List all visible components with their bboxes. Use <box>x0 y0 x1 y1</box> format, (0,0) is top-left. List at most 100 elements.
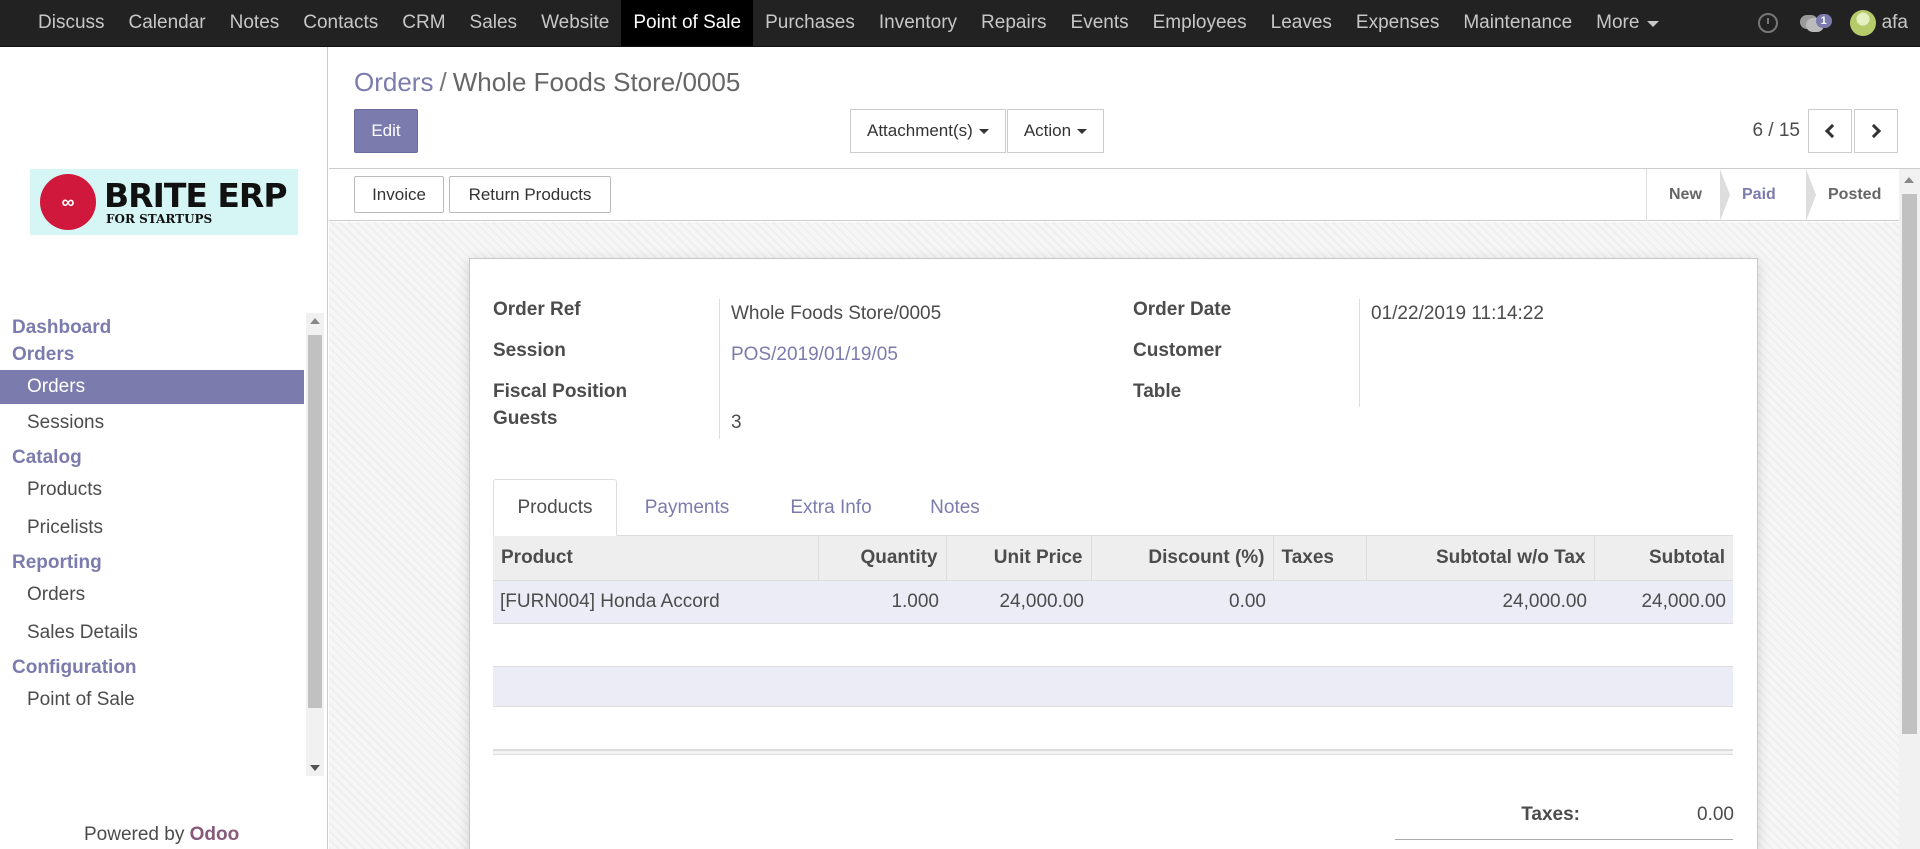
attachments-label: Attachment(s) <box>867 121 973 140</box>
form-statusbar: Invoice Return Products New Paid Posted <box>329 169 1899 221</box>
menu-employees[interactable]: Employees <box>1141 0 1259 46</box>
sidebar-section-catalog[interactable]: Catalog <box>0 444 328 471</box>
session-label: Session <box>493 340 566 361</box>
systray: 1 afa <box>1757 0 1920 46</box>
chat-badge: 1 <box>1815 14 1832 28</box>
top-navbar: Discuss Calendar Notes Contacts CRM Sale… <box>0 0 1920 47</box>
main-scroll-thumb[interactable] <box>1902 194 1917 734</box>
menu-expenses[interactable]: Expenses <box>1344 0 1451 46</box>
menu-sales[interactable]: Sales <box>458 0 530 46</box>
column-discount[interactable]: Discount (%) <box>1090 536 1273 581</box>
cell-unit-price: 24,000.00 <box>946 580 1091 624</box>
session-link[interactable]: POS/2019/01/19/05 <box>731 344 898 366</box>
tab-extra-info[interactable]: Extra Info <box>757 479 905 536</box>
tab-products[interactable]: Products <box>493 479 617 536</box>
main-scrollbar[interactable] <box>1899 169 1920 849</box>
fiscal-position-label: Fiscal Position <box>493 381 628 402</box>
stage-posted[interactable]: Posted <box>1806 169 1899 221</box>
scroll-down-icon[interactable] <box>310 765 320 771</box>
menu-contacts[interactable]: Contacts <box>291 0 390 46</box>
pager-previous-button[interactable] <box>1808 109 1852 153</box>
menu-website[interactable]: Website <box>529 0 621 46</box>
menu-calendar[interactable]: Calendar <box>117 0 218 46</box>
cell-subtotal: 24,000.00 <box>1594 580 1733 624</box>
chat-icon[interactable]: 1 <box>1799 13 1834 33</box>
menu-discuss[interactable]: Discuss <box>26 0 117 46</box>
stage-posted-label: Posted <box>1828 186 1882 203</box>
order-ref-value: Whole Foods Store/0005 <box>731 303 942 324</box>
clock-icon[interactable] <box>1757 13 1778 33</box>
menu-point-of-sale[interactable]: Point of Sale <box>621 0 754 46</box>
sidebar-scrollbar[interactable] <box>306 313 324 776</box>
breadcrumb-orders-link[interactable]: Orders <box>354 67 433 97</box>
sidebar-item-products[interactable]: Products <box>0 471 304 509</box>
stage-paid-label: Paid <box>1742 186 1776 203</box>
sidebar-item-orders[interactable]: Orders <box>0 370 304 404</box>
logo-mark-icon: ∞ <box>40 174 96 230</box>
customer-label: Customer <box>1133 340 1222 361</box>
action-dropdown[interactable]: Action <box>1006 109 1105 153</box>
guests-value: 3 <box>731 412 742 433</box>
sidebar-item-pricelists[interactable]: Pricelists <box>0 509 304 547</box>
column-taxes[interactable]: Taxes <box>1272 536 1366 581</box>
table-label: Table <box>1133 381 1182 402</box>
breadcrumb-separator: / <box>439 67 447 97</box>
menu-leaves[interactable]: Leaves <box>1259 0 1344 46</box>
taxes-total-value: 0.00 <box>1697 804 1734 825</box>
menu-events[interactable]: Events <box>1059 0 1141 46</box>
menu-more-label: More <box>1596 12 1640 33</box>
sidebar-section-configuration[interactable]: Configuration <box>0 654 328 681</box>
sidebar-section-orders[interactable]: Orders <box>0 341 328 368</box>
notebook-tabs: Products Payments Extra Info Notes <box>493 479 1733 536</box>
sidebar-section-dashboard[interactable]: Dashboard <box>0 313 328 341</box>
sidebar-item-sales-details[interactable]: Sales Details <box>0 614 304 652</box>
status-stages: New Paid Posted <box>1646 169 1899 221</box>
cell-discount: 0.00 <box>1091 580 1273 624</box>
edit-button[interactable]: Edit <box>354 109 418 153</box>
menu-repairs[interactable]: Repairs <box>969 0 1058 46</box>
sidebar-section-reporting[interactable]: Reporting <box>0 549 328 576</box>
menu-notes[interactable]: Notes <box>218 0 292 46</box>
order-date-value: 01/22/2019 11:14:22 <box>1371 303 1544 324</box>
stage-paid[interactable]: Paid <box>1720 169 1816 221</box>
breadcrumb: Orders / Whole Foods Store/0005 <box>354 67 740 98</box>
column-subtotal[interactable]: Subtotal <box>1593 536 1733 581</box>
menu-more[interactable]: More <box>1584 0 1671 46</box>
return-products-button[interactable]: Return Products <box>449 176 611 213</box>
scroll-up-icon[interactable] <box>1904 177 1914 183</box>
column-product[interactable]: Product <box>493 536 818 581</box>
caret-down-icon <box>1647 21 1660 27</box>
attachments-dropdown[interactable]: Attachment(s) <box>850 109 1006 153</box>
invoice-button[interactable]: Invoice <box>354 176 444 213</box>
powered-by: Powered by Odoo <box>84 824 239 846</box>
sidebar-item-point-of-sale[interactable]: Point of Sale <box>0 681 304 719</box>
menu-crm[interactable]: CRM <box>390 0 457 46</box>
avatar[interactable] <box>1849 10 1876 36</box>
scroll-up-icon[interactable] <box>310 318 320 324</box>
company-logo: ∞ BRITE ERP FOR STARTUPS <box>30 169 298 235</box>
column-unit-price[interactable]: Unit Price <box>945 536 1091 581</box>
menu-inventory[interactable]: Inventory <box>867 0 969 46</box>
cell-taxes <box>1273 580 1366 624</box>
field-divider <box>719 299 720 439</box>
pager-value[interactable]: 6 / 15 <box>1752 120 1800 142</box>
user-name[interactable]: afa <box>1882 12 1908 34</box>
tab-notes[interactable]: Notes <box>905 479 1005 536</box>
table-row[interactable]: [FURN004] Honda Accord 1.000 24,000.00 0… <box>493 580 1733 624</box>
tab-payments[interactable]: Payments <box>617 479 757 536</box>
stage-new[interactable]: New <box>1647 169 1730 221</box>
sidebar-item-sessions[interactable]: Sessions <box>0 404 304 442</box>
odoo-link[interactable]: Odoo <box>190 824 240 845</box>
pager-next-button[interactable] <box>1854 109 1898 153</box>
column-quantity[interactable]: Quantity <box>817 536 946 581</box>
field-divider <box>1359 299 1360 407</box>
sidebar-item-reporting-orders[interactable]: Orders <box>0 576 304 614</box>
sidebar-scroll-thumb[interactable] <box>308 335 322 708</box>
column-subtotal-wo-tax[interactable]: Subtotal w/o Tax <box>1365 536 1594 581</box>
cell-quantity: 1.000 <box>818 580 946 624</box>
menu-purchases[interactable]: Purchases <box>753 0 867 46</box>
menu-maintenance[interactable]: Maintenance <box>1451 0 1584 46</box>
chevron-right-icon <box>1866 123 1882 139</box>
control-panel: Orders / Whole Foods Store/0005 Edit Attac… <box>329 47 1920 169</box>
caret-down-icon <box>978 128 989 134</box>
